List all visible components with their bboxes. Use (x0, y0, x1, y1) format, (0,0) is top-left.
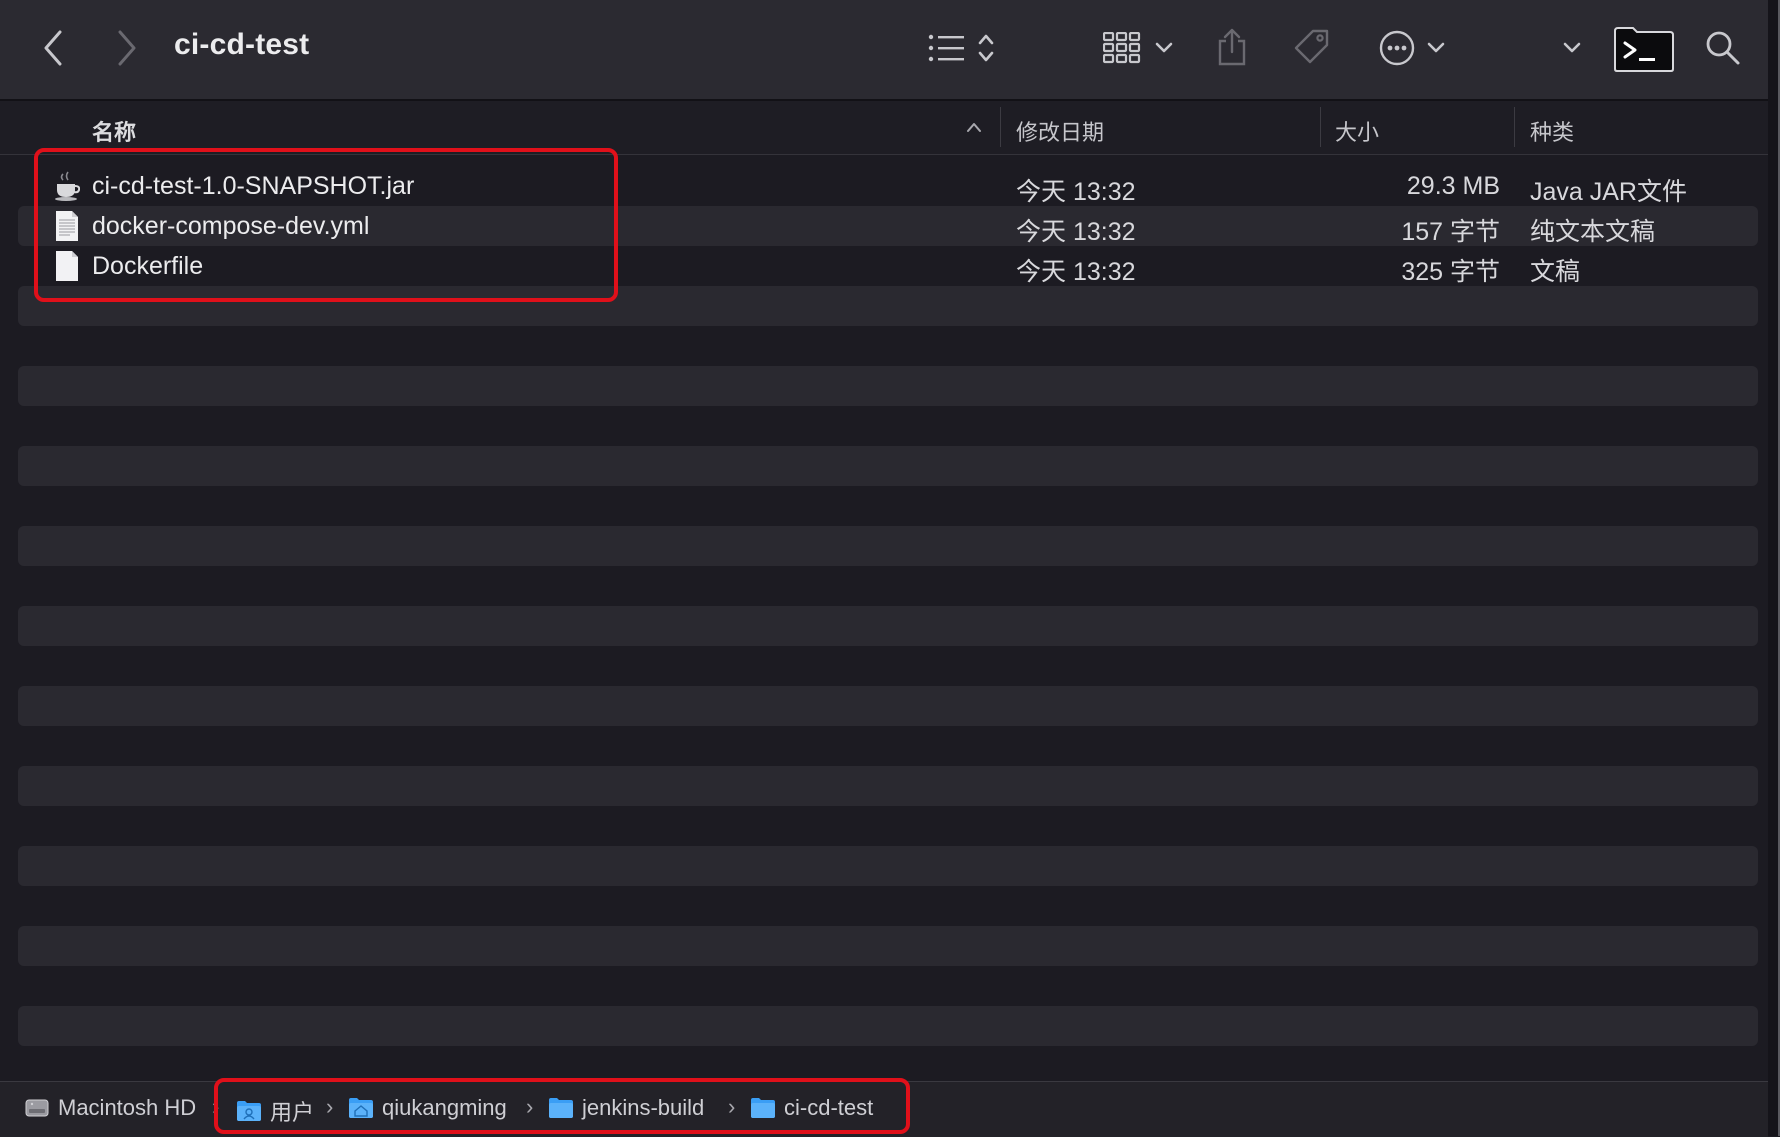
row-stripe (18, 366, 1758, 406)
forward-button[interactable] (112, 28, 142, 68)
hard-drive-icon (25, 1099, 49, 1117)
column-divider[interactable] (1320, 107, 1321, 147)
sort-updown-icon (978, 34, 994, 62)
tag-icon (1294, 29, 1329, 64)
chevron-down-icon (1155, 42, 1173, 53)
tag-button[interactable] (1292, 26, 1332, 68)
open-terminal-button[interactable] (1612, 24, 1676, 74)
row-stripe (18, 846, 1758, 886)
chevron-left-icon (44, 30, 62, 66)
terminal-icon (1614, 27, 1674, 72)
row-stripe (18, 926, 1758, 966)
group-button[interactable] (1100, 28, 1176, 68)
file-kind: Java JAR文件 (1530, 178, 1687, 206)
window-edge-shadow (1768, 0, 1778, 1136)
share-button[interactable] (1214, 26, 1250, 68)
toolbar-overflow-button[interactable] (1562, 38, 1582, 58)
row-stripe (18, 606, 1758, 646)
column-header-name[interactable]: 名称 (92, 115, 136, 147)
chevron-down-icon (1427, 42, 1445, 53)
grid-group-icon (1103, 32, 1141, 64)
toolbar: ci-cd-test (0, 0, 1768, 101)
file-size: 29.3 MB (1406, 172, 1500, 200)
files-highlight-box (34, 148, 618, 302)
more-ellipsis-icon (1379, 30, 1415, 66)
file-size: 157 字节 (1401, 218, 1500, 246)
column-header-size[interactable]: 大小 (1335, 115, 1379, 147)
path-label: Macintosh HD (58, 1095, 197, 1120)
sort-ascending-icon (967, 123, 981, 132)
file-date: 今天 13:32 (1016, 258, 1136, 286)
row-stripe (18, 686, 1758, 726)
file-date: 今天 13:32 (1016, 218, 1136, 246)
column-divider[interactable] (1000, 107, 1001, 147)
row-stripe (18, 446, 1758, 486)
file-date: 今天 13:32 (1016, 178, 1136, 206)
list-view-icon (928, 34, 964, 62)
back-button[interactable] (38, 28, 68, 68)
row-stripe (18, 526, 1758, 566)
path-highlight-box (214, 1078, 910, 1134)
path-item-macintosh-hd[interactable]: Macintosh HD (24, 1095, 196, 1121)
file-size: 325 字节 (1401, 258, 1500, 286)
file-kind: 纯文本文稿 (1530, 218, 1656, 246)
share-icon (1218, 28, 1246, 66)
search-icon (1706, 31, 1740, 65)
row-stripe (18, 1006, 1758, 1046)
column-header-bar: 名称 修改日期 大小 种类 (0, 101, 1768, 155)
file-list: ci-cd-test-1.0-SNAPSHOT.jar 今天 13:32 29.… (0, 164, 1768, 1084)
chevron-right-icon (118, 30, 136, 66)
file-kind: 文稿 (1530, 258, 1581, 286)
window-title: ci-cd-test (174, 28, 310, 61)
chevron-down-icon (1563, 42, 1581, 53)
action-menu-button[interactable] (1376, 28, 1448, 68)
search-button[interactable] (1704, 28, 1742, 68)
row-stripe (18, 766, 1758, 806)
column-header-kind[interactable]: 种类 (1530, 115, 1574, 147)
view-options-button[interactable] (922, 28, 1002, 68)
column-header-date[interactable]: 修改日期 (1016, 115, 1104, 147)
column-divider[interactable] (1514, 107, 1515, 147)
